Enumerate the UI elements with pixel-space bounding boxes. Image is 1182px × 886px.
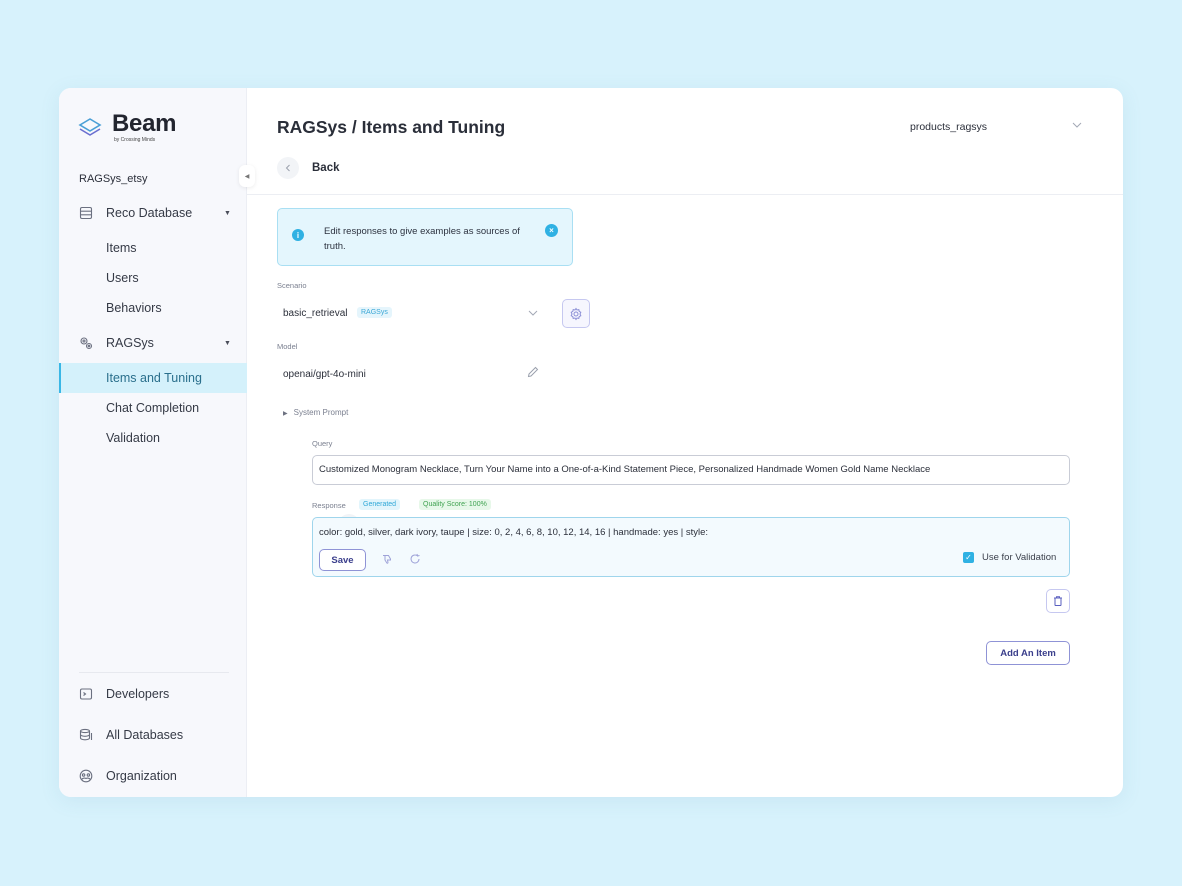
beam-logo-icon (78, 117, 102, 136)
checkmark-icon: ✓ (963, 552, 974, 563)
close-icon[interactable]: × (545, 224, 558, 237)
model-value: openai/gpt-4o-mini (283, 369, 366, 380)
info-icon: i (292, 229, 304, 241)
sidebar-item-all-databases[interactable]: All Databases (59, 720, 247, 750)
system-prompt-toggle[interactable]: ▶ System Prompt (283, 408, 348, 417)
back-button[interactable] (277, 157, 299, 179)
scenario-label: Scenario (277, 281, 307, 290)
generated-badge: Generated (359, 499, 401, 510)
sidebar-item-users[interactable]: Users (59, 263, 247, 293)
delete-item-button[interactable] (1046, 589, 1070, 613)
trash-icon (1054, 596, 1062, 606)
sidebar-divider (79, 672, 229, 673)
sidebar-item-label: Items (106, 241, 137, 255)
app-window: Beam by Crossing Minds RAGSys_etsy ◀ Rec… (59, 88, 1123, 797)
info-text: Edit responses to give examples as sourc… (324, 226, 520, 252)
use-for-validation-label: Use for Validation (982, 552, 1057, 563)
scenario-settings-button[interactable] (562, 299, 590, 328)
sidebar-item-label: Behaviors (106, 301, 162, 315)
organization-icon (79, 769, 93, 783)
sidebar-item-label: Items and Tuning (106, 371, 202, 385)
sidebar-item-label: Users (106, 271, 139, 285)
sidebar-item-label: RAGSys (106, 336, 154, 350)
project-name[interactable]: RAGSys_etsy (79, 173, 147, 185)
database-select[interactable]: products_ragsys (910, 121, 987, 133)
sidebar-item-ragsys[interactable]: RAGSys ▼ (59, 328, 247, 358)
sidebar-item-organization[interactable]: Organization (59, 761, 247, 791)
scenario-tag: RAGSys (357, 307, 392, 318)
query-label: Query (312, 439, 333, 448)
main-content: RAGSys / Items and Tuning products_ragsy… (247, 88, 1123, 797)
sidebar-item-label: All Databases (106, 728, 184, 742)
brand-sub: by Crossing Minds (114, 137, 156, 143)
caret-down-icon: ▼ (224, 209, 231, 217)
databases-icon (79, 728, 93, 741)
quality-badge: Quality Score: 100% (419, 499, 491, 510)
thumbs-down-icon[interactable] (381, 553, 393, 565)
gears-icon (80, 337, 93, 350)
sidebar-item-label: Organization (106, 769, 177, 783)
chevron-left-icon (285, 164, 290, 172)
sidebar-item-validation[interactable]: Validation (59, 423, 247, 453)
sidebar-item-behaviors[interactable]: Behaviors (59, 293, 247, 323)
terminal-icon (79, 688, 93, 700)
back-label[interactable]: Back (312, 162, 340, 174)
caret-right-icon: ▶ (283, 411, 288, 417)
scenario-select[interactable]: basic_retrieval (283, 308, 347, 319)
sidebar: Beam by Crossing Minds RAGSys_etsy ◀ Rec… (59, 88, 255, 797)
sidebar-item-label: Reco Database (106, 206, 193, 220)
sidebar-item-chat-completion[interactable]: Chat Completion (59, 393, 247, 423)
sidebar-item-label: Chat Completion (106, 401, 200, 415)
sidebar-item-items-and-tuning[interactable]: Items and Tuning (59, 363, 247, 393)
chevron-down-icon[interactable] (1071, 119, 1083, 131)
save-button[interactable]: Save (319, 549, 366, 571)
sidebar-item-label: Developers (106, 687, 170, 701)
regenerate-icon[interactable] (409, 553, 421, 565)
gear-icon (570, 307, 582, 320)
use-for-validation-checkbox[interactable]: ✓ Use for Validation (963, 552, 1056, 563)
sidebar-item-reco-database[interactable]: Reco Database ▼ (59, 198, 247, 228)
brand-logo[interactable]: Beam by Crossing Minds (77, 112, 176, 143)
system-prompt-label: System Prompt (293, 408, 349, 417)
add-item-button[interactable]: Add An Item (986, 641, 1070, 665)
caret-down-icon: ▼ (224, 339, 231, 347)
query-input[interactable]: Customized Monogram Necklace, Turn Your … (312, 455, 1070, 485)
pencil-icon[interactable] (527, 366, 539, 378)
database-icon (79, 206, 93, 220)
response-editor[interactable]: color: gold, silver, dark ivory, taupe |… (312, 517, 1070, 577)
sidebar-item-developers[interactable]: Developers (59, 679, 247, 709)
response-label: Response (312, 501, 346, 510)
sidebar-item-items[interactable]: Items (59, 233, 247, 263)
chevron-down-icon[interactable] (527, 307, 539, 319)
model-label: Model (277, 342, 298, 351)
header-divider (247, 194, 1123, 195)
response-text[interactable]: color: gold, silver, dark ivory, taupe |… (319, 527, 708, 538)
page-title: RAGSys / Items and Tuning (277, 117, 506, 137)
info-banner: i Edit responses to give examples as sou… (277, 208, 573, 266)
sidebar-item-label: Validation (106, 431, 160, 445)
brand-name: Beam (112, 110, 177, 137)
